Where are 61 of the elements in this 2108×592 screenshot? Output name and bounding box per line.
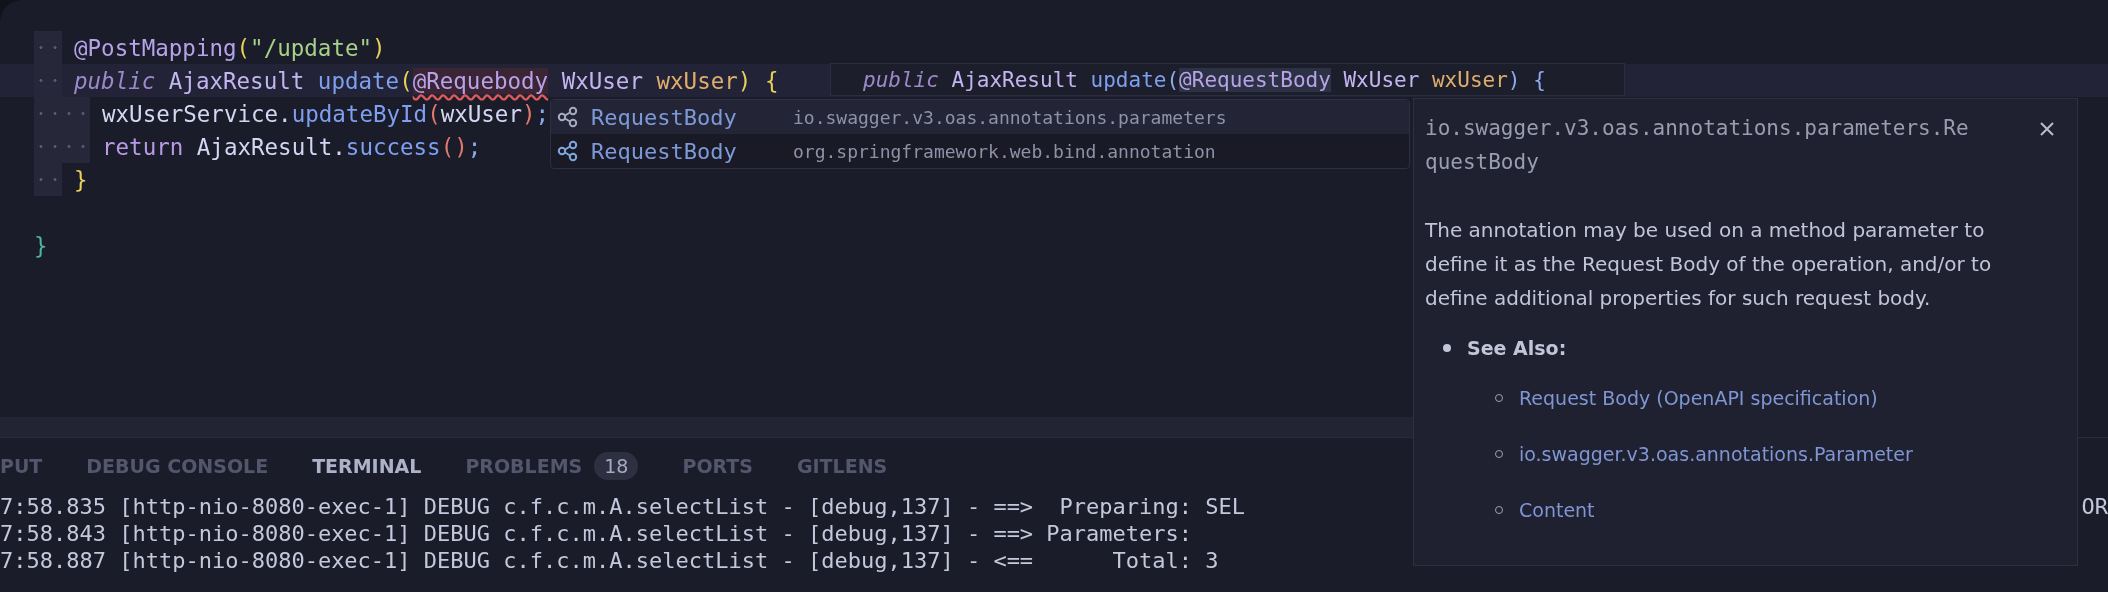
code-token: }	[74, 166, 88, 193]
suggestion-label: RequestBody	[591, 104, 738, 130]
suggestion-item[interactable]: RequestBody io.swagger.v3.oas.annotations.parameters	[551, 100, 1409, 134]
code-token: )	[1507, 67, 1521, 92]
suggestion-detail: org.springframework.web.bind.annotation	[793, 140, 1216, 162]
code-token: )	[521, 100, 536, 127]
error-token: @Requebody	[412, 67, 549, 94]
doc-link[interactable]: Content	[1519, 499, 1595, 521]
code-token: )	[372, 34, 386, 61]
code-token: WxUser	[1342, 67, 1421, 92]
suggestion-detail: io.swagger.v3.oas.annotations.parameters	[793, 106, 1227, 128]
code-token: (	[427, 100, 441, 127]
code-token: wxUser	[440, 100, 522, 127]
code-token: @PostMapping	[74, 34, 237, 61]
code-token: updateById	[291, 100, 428, 127]
code-token: public	[863, 67, 939, 92]
suggestion-label: RequestBody	[591, 138, 738, 164]
code-token: ;	[467, 133, 482, 160]
code-token: success	[345, 133, 441, 160]
code-token: wxUserService.	[102, 100, 292, 127]
doc-title: io.swagger.v3.oas.annotations.parameters.RequestBody	[1425, 115, 1970, 176]
code-token: "/update"	[250, 34, 373, 61]
code-token: public	[74, 67, 156, 94]
doc-link[interactable]: Request Body (OpenAPI specification)	[1519, 387, 1878, 409]
code-token: WxUser	[560, 67, 644, 94]
code-token: update	[1090, 67, 1167, 92]
code-token: {	[1532, 67, 1546, 92]
tab-label: PROBLEMS	[465, 455, 583, 477]
doc-link[interactable]: io.swagger.v3.oas.annotations.Parameter	[1519, 443, 1913, 465]
code-token: return	[102, 133, 184, 160]
terminal-line: 7:58.835 [http-nio-8080-exec-1] DEBUG c.f.c.m.A.selectList - [debug,137] - ==> Preparing: SEL	[0, 494, 1246, 521]
code-token: AjaxResult	[950, 67, 1079, 92]
code-token: }	[34, 232, 48, 259]
bullet-icon	[1443, 344, 1451, 352]
code-token: {	[763, 67, 779, 94]
share-nodes-icon	[557, 106, 579, 128]
close-icon[interactable]	[2039, 121, 2055, 137]
active-parameter: @RequestBody	[1179, 67, 1331, 92]
doc-description: The annotation may be used on a method parameter to define it as the Request Body of the operation, and/or to define additional properties for such request body.	[1425, 217, 1993, 312]
share-nodes-icon	[557, 140, 579, 162]
code-token: (	[399, 67, 413, 94]
code-token: (	[1166, 67, 1180, 92]
code-token: wxUser	[656, 67, 738, 94]
code-token: )	[737, 67, 752, 94]
code-token: AjaxResult	[167, 67, 306, 94]
code-token: ()	[440, 133, 468, 160]
code-token: AjaxResult.	[195, 133, 346, 160]
horizontal-scrollbar[interactable]	[0, 417, 1413, 437]
see-also-heading: See Also:	[1467, 337, 1567, 359]
terminal-line: 7:58.843 [http-nio-8080-exec-1] DEBUG c.f.c.m.A.selectList - [debug,137] - ==> Parameters:	[0, 521, 1193, 548]
terminal-line: 7:58.887 [http-nio-8080-exec-1] DEBUG c.f.c.m.A.selectList - [debug,137] - <== Total: 3	[0, 548, 1219, 575]
panel-tab[interactable]: TERMINAL	[312, 455, 422, 477]
count-badge: 18	[594, 452, 639, 480]
code-token: update	[317, 67, 400, 94]
panel-tab[interactable]: PROBLEMS 18	[465, 452, 639, 480]
suggestion-item[interactable]: RequestBody org.springframework.web.bind.annotation	[551, 134, 1409, 168]
code-token: (	[236, 34, 251, 61]
code-token: ;	[535, 100, 550, 127]
code-token: wxUser	[1431, 67, 1508, 92]
whitespace-dots	[34, 31, 62, 64]
terminal-text: OR	[2081, 494, 2108, 521]
